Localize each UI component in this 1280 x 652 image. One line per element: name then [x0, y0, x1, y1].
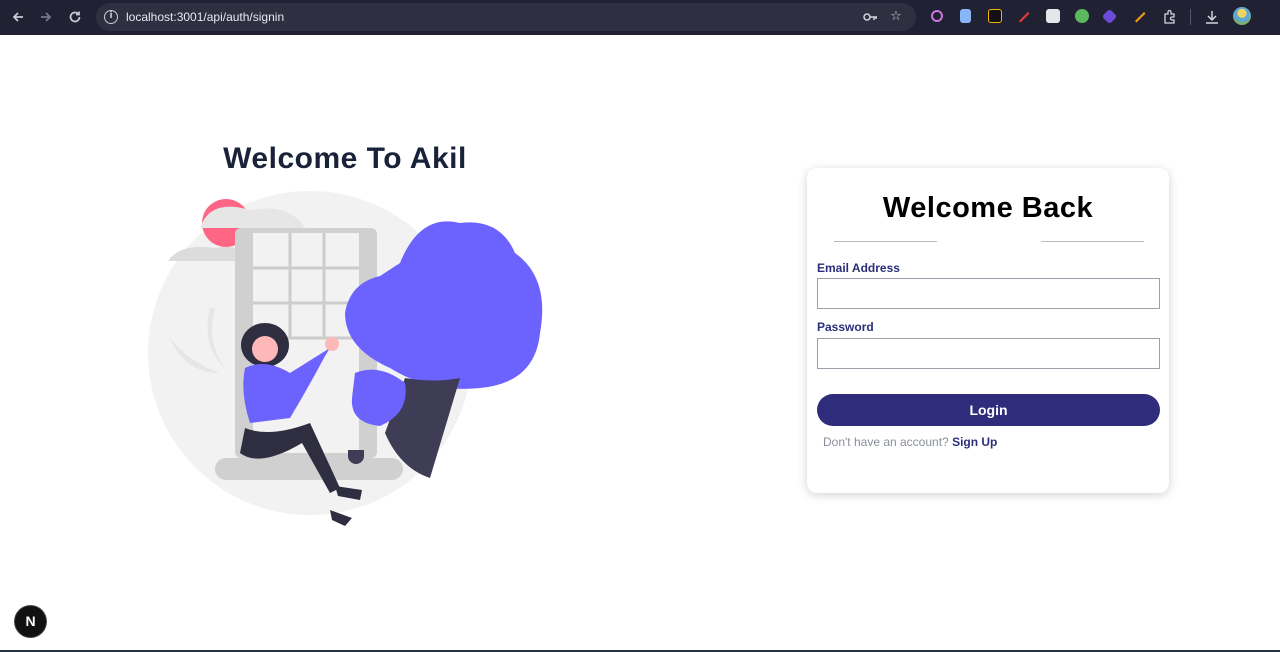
login-card: Welcome Back Email Address Password Logi…	[807, 168, 1169, 493]
welcome-heading: Welcome To Akil	[223, 142, 467, 175]
signup-prompt: Don't have an account?	[823, 435, 949, 449]
email-label: Email Address	[817, 261, 900, 275]
star-icon[interactable]: ☆	[888, 9, 904, 25]
extension-doc-icon[interactable]	[960, 9, 971, 23]
divider-left	[834, 241, 937, 242]
divider-right	[1041, 241, 1144, 242]
download-icon[interactable]	[1204, 9, 1218, 24]
puzzle-icon[interactable]	[1162, 9, 1176, 24]
login-button[interactable]: Login	[817, 394, 1160, 426]
address-bar[interactable]: i localhost:3001/api/auth/signin ☆	[96, 3, 916, 31]
url-text[interactable]: localhost:3001/api/auth/signin	[126, 10, 284, 24]
extension-brackets-icon[interactable]	[931, 10, 943, 22]
extension-pen-red-icon[interactable]	[1017, 9, 1031, 23]
forward-icon[interactable]	[36, 7, 56, 27]
signup-row: Don't have an account? Sign Up	[823, 435, 997, 449]
extension-plus-icon[interactable]	[1075, 9, 1089, 23]
extension-pencil-icon[interactable]	[1133, 9, 1147, 23]
extension-lh-icon[interactable]	[988, 9, 1002, 23]
card-title: Welcome Back	[882, 192, 1094, 224]
extension-square-icon[interactable]	[1046, 9, 1060, 23]
info-icon[interactable]: i	[104, 10, 118, 24]
signup-link[interactable]: Sign Up	[952, 435, 997, 449]
browser-toolbar: i localhost:3001/api/auth/signin ☆	[0, 0, 1280, 35]
nextjs-dev-badge[interactable]: N	[15, 606, 46, 637]
email-field[interactable]	[817, 278, 1160, 309]
toolbar-divider	[1190, 9, 1191, 25]
profile-avatar[interactable]	[1233, 7, 1251, 25]
password-field[interactable]	[817, 338, 1160, 369]
password-label: Password	[817, 320, 874, 334]
back-icon[interactable]	[8, 7, 28, 27]
key-icon[interactable]	[862, 9, 878, 25]
reload-icon[interactable]	[65, 7, 85, 27]
extension-diamond-icon[interactable]	[1101, 8, 1118, 25]
welcome-illustration	[148, 191, 543, 526]
